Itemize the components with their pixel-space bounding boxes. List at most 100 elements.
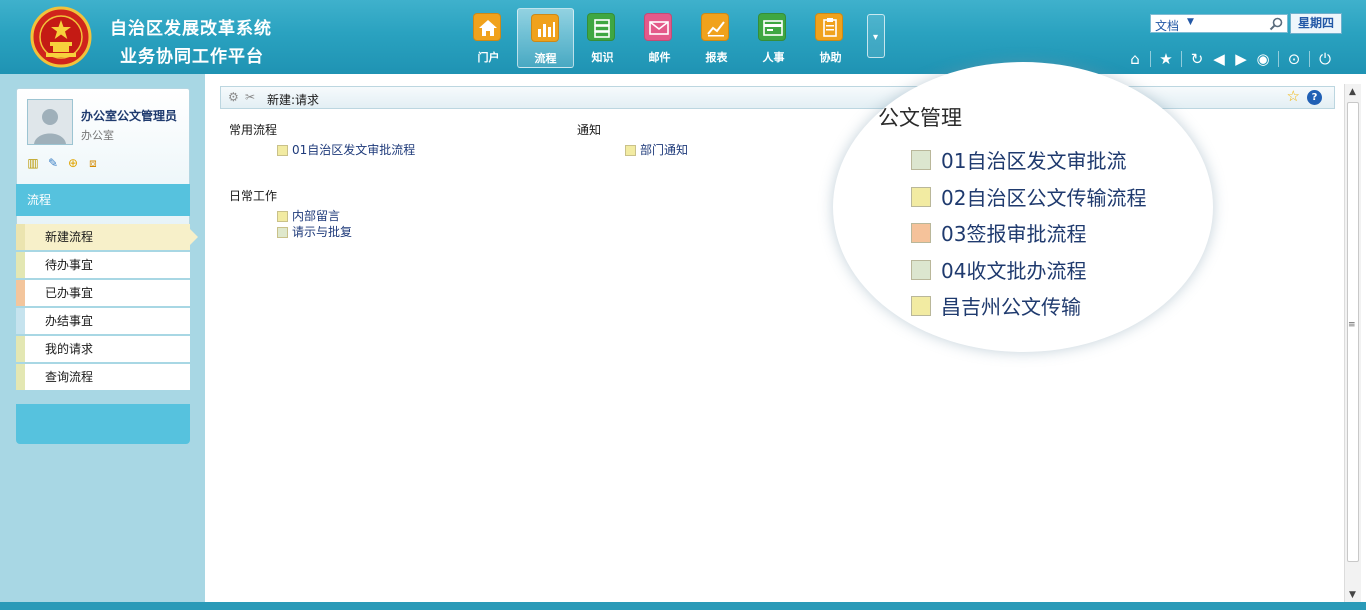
workflow-square-icon	[277, 145, 288, 156]
magnifier-item-label: 昌吉州公文传输	[941, 295, 1081, 319]
breadcrumb-title: 新建:请求	[267, 93, 320, 107]
edit-icon[interactable]: ✎	[45, 155, 61, 171]
nav-reports[interactable]: 报表	[688, 8, 745, 68]
vertical-scrollbar[interactable]: ▲ ≡ ▼	[1344, 84, 1361, 604]
report-icon	[701, 13, 729, 41]
nav-knowledge[interactable]: 知识	[574, 8, 631, 68]
layers-icon	[587, 13, 615, 41]
menu-item-my-requests[interactable]: 我的请求	[16, 336, 190, 362]
menu-item-query-workflow[interactable]: 查询流程	[16, 364, 190, 390]
workflow-link[interactable]: 01自治区发文审批流程	[229, 142, 415, 158]
bottom-border	[0, 602, 1366, 610]
scrollbar-thumb[interactable]	[1347, 102, 1359, 562]
app-title-line2: 业务协同工作平台	[120, 47, 264, 67]
national-emblem-logo	[30, 6, 92, 68]
toolbar-divider	[1309, 51, 1310, 67]
workflow-square-icon	[625, 145, 636, 156]
magnifier-item-label: 01自治区发文审批流	[941, 149, 1127, 173]
magnifier-item[interactable]: 04收文批办流程	[911, 255, 1087, 285]
magnifier-item-label: 02自治区公文传输流程	[941, 186, 1147, 210]
workflow-square-icon	[911, 296, 931, 316]
workflow-square-icon	[277, 227, 288, 238]
menu-item-new-workflow[interactable]: 新建流程	[16, 224, 198, 250]
workflow-square-icon	[277, 211, 288, 222]
org-chart-icon[interactable]: ⧈	[85, 155, 101, 171]
scroll-down-arrow-icon[interactable]: ▼	[1349, 591, 1356, 600]
scroll-grip-icon: ≡	[1348, 320, 1356, 330]
magnifier-item[interactable]: 昌吉州公文传输	[911, 291, 1081, 321]
nav-personnel-label: 人事	[762, 51, 785, 64]
user-name: 办公室公文管理员	[81, 109, 178, 123]
top-header: 自治区发展改革系统 业务协同工作平台 门户 流程 知识 邮件 报表 人事 协助 …	[0, 0, 1366, 74]
nav-portal-label: 门户	[477, 51, 500, 64]
nav-more-button[interactable]: ▾	[867, 14, 885, 58]
nav-personnel[interactable]: 人事	[745, 8, 802, 68]
group-title: 日常工作	[229, 189, 278, 203]
magnifier-item[interactable]: 01自治区发文审批流	[911, 145, 1127, 175]
lock-icon[interactable]: ⊕	[65, 155, 81, 171]
back-arrow-icon[interactable]: ◀	[1208, 48, 1230, 70]
bar-chart-icon	[531, 14, 559, 42]
breadcrumb: ⚙ ✂ 新建:请求 ☆ ?	[220, 86, 1335, 109]
toolbar-divider	[1181, 51, 1182, 67]
refresh-icon[interactable]: ↻	[1186, 48, 1208, 70]
nav-mail[interactable]: 邮件	[631, 8, 688, 68]
workflow-label: 01自治区发文审批流程	[292, 143, 416, 157]
left-sidebar: 办公室公文管理员 办公室 ▥ ✎ ⊕ ⧈ 流程 新建流程 待办事宜 已办事宜 办…	[0, 74, 205, 610]
book-icon[interactable]: ▥	[25, 155, 41, 171]
search-icon[interactable]	[1268, 16, 1284, 32]
section-title-workflow: 流程	[16, 184, 190, 216]
workflow-group-daily: 日常工作 内部留言 请示与批复	[229, 187, 352, 240]
app-title-line1: 自治区发展改革系统	[110, 19, 272, 39]
top-navigation: 门户 流程 知识 邮件 报表 人事 协助	[460, 8, 859, 68]
workflow-square-icon	[911, 187, 931, 207]
group-title: 通知	[577, 123, 602, 137]
nav-knowledge-label: 知识	[591, 51, 614, 64]
workflow-link[interactable]: 请示与批复	[229, 224, 352, 240]
magnifier-title: 公文管理	[878, 106, 962, 130]
mail-icon	[644, 13, 672, 41]
settings-icon[interactable]: ◉	[1252, 48, 1274, 70]
avatar[interactable]	[27, 99, 73, 145]
favorite-star-icon[interactable]: ☆	[1287, 89, 1300, 104]
help-icon[interactable]: ?	[1307, 90, 1322, 105]
chevron-down-icon: ▾	[873, 32, 879, 43]
group-title: 常用流程	[229, 123, 278, 137]
sidebar-footer-bar	[16, 404, 190, 444]
menu-item-completed[interactable]: 办结事宜	[16, 308, 190, 334]
nav-workflow-label: 流程	[534, 52, 557, 65]
workflow-link[interactable]: 内部留言	[229, 208, 352, 224]
card-icon	[758, 13, 786, 41]
nav-mail-label: 邮件	[648, 51, 671, 64]
collapse-icon[interactable]: ⊙	[1283, 48, 1305, 70]
search-scope-select[interactable]: 文档	[1155, 17, 1179, 34]
gear-icon[interactable]: ⚙	[228, 90, 239, 104]
tools-icon[interactable]: ✂	[245, 90, 255, 104]
magnifier-item-label: 03签报审批流程	[941, 222, 1087, 246]
menu-item-todo[interactable]: 待办事宜	[16, 252, 190, 278]
workflow-link[interactable]: 部门通知	[577, 142, 688, 158]
weekday-badge: 星期四	[1290, 13, 1342, 34]
magnifier-item-label: 04收文批办流程	[941, 259, 1087, 283]
magnifier-item[interactable]: 03签报审批流程	[911, 218, 1087, 248]
workflow-group-notice: 通知 部门通知	[577, 121, 688, 158]
forward-arrow-icon[interactable]: ▶	[1230, 48, 1252, 70]
home-icon	[473, 13, 501, 41]
user-department: 办公室	[81, 129, 114, 142]
menu-item-done[interactable]: 已办事宜	[16, 280, 190, 306]
nav-assist-label: 协助	[819, 51, 842, 64]
nav-assist[interactable]: 协助	[802, 8, 859, 68]
main-content: ⚙ ✂ 新建:请求 ☆ ? 常用流程 01自治区发文审批流程 通知 部门通知 日…	[205, 62, 1366, 606]
power-logout-icon[interactable]: ⏻	[1314, 48, 1336, 70]
nav-reports-label: 报表	[705, 51, 728, 64]
dropdown-caret-icon: ▼	[1187, 17, 1194, 27]
magnifier-callout: 公文管理 01自治区发文审批流 02自治区公文传输流程 03签报审批流程 04收…	[833, 62, 1213, 352]
search-box[interactable]: 文档 ▼	[1150, 14, 1288, 33]
home-icon[interactable]: ⌂	[1124, 48, 1146, 70]
magnifier-item[interactable]: 02自治区公文传输流程	[911, 182, 1147, 212]
nav-workflow[interactable]: 流程	[517, 8, 574, 68]
nav-portal[interactable]: 门户	[460, 8, 517, 68]
favorite-star-icon[interactable]: ★	[1155, 48, 1177, 70]
scroll-up-arrow-icon[interactable]: ▲	[1349, 88, 1356, 97]
workflow-square-icon	[911, 223, 931, 243]
